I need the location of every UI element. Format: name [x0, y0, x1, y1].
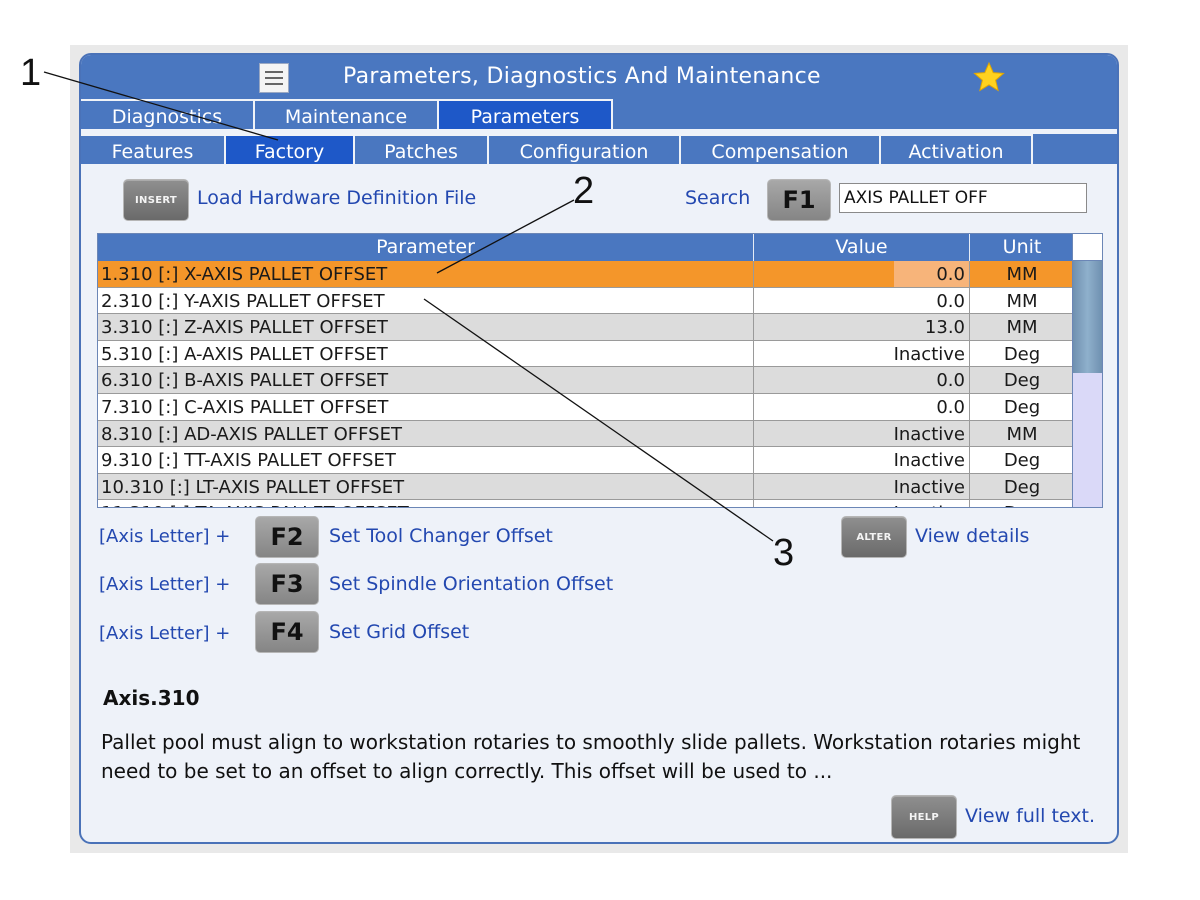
unit-cell: Deg [970, 500, 1074, 507]
shortcut-prefix: [Axis Letter] + [99, 526, 231, 547]
title-bar: Parameters, Diagnostics And Maintenance [81, 55, 1117, 100]
value-cell: Inactive [754, 340, 970, 367]
tab-diagnostics[interactable]: Diagnostics [81, 99, 255, 129]
table-scrollbar[interactable] [1072, 234, 1102, 507]
callout-number-2: 2 [573, 170, 595, 212]
f1-key-button[interactable]: F1 [767, 179, 831, 221]
scrollbar-header-cell [1073, 234, 1102, 261]
main-tab-bar: Diagnostics Maintenance Parameters [81, 99, 1117, 129]
search-input[interactable]: AXIS PALLET OFF [839, 183, 1087, 213]
callout-number-1: 1 [20, 52, 42, 94]
unit-cell: Deg [1003, 343, 1041, 365]
parameter-cell: 3.310 [:] Z-AXIS PALLET OFFSET [98, 314, 754, 340]
table-row[interactable]: 8.310 [:] AD-AXIS PALLET OFFSET Inactive M… [98, 420, 1074, 448]
value-cell: 0.0 [754, 367, 970, 393]
search-label: Search [685, 187, 751, 209]
set-spindle-orientation-offset-link[interactable]: Set Spindle Orientation Offset [329, 573, 613, 595]
tab-compensation[interactable]: Compensation [681, 134, 881, 164]
parameter-cell: 7.310 [:] C-AXIS PALLET OFFSET [98, 393, 754, 420]
tab-activation[interactable]: Activation [881, 134, 1033, 164]
parameter-cell: 8.310 [:] AD-AXIS PALLET OFFSET [98, 420, 754, 447]
alter-key-button[interactable]: ALTER [841, 516, 907, 558]
value-cell: Inactive [754, 500, 970, 507]
load-hardware-definition-link[interactable]: Load Hardware Definition File [197, 187, 476, 209]
tab-patches[interactable]: Patches [355, 134, 489, 164]
f4-key-button[interactable]: F4 [255, 611, 319, 653]
table-row[interactable]: 1.310 [:] X-AXIS PALLET OFFSET 0.0 MM [98, 261, 1074, 288]
column-header-value[interactable]: Value [754, 234, 970, 261]
table-body: 1.310 [:] X-AXIS PALLET OFFSET 0.0 MM 2.310… [98, 261, 1074, 507]
unit-cell: MM [1006, 290, 1038, 312]
table-row[interactable]: 7.310 [:] C-AXIS PALLET OFFSET 0.0 Deg [98, 393, 1074, 421]
value-cell: 0.0 [754, 261, 970, 287]
table-row[interactable]: 9.310 [:] TT-AXIS PALLET OFFSET Inactive D… [98, 447, 1074, 474]
value-cell: Inactive [754, 473, 970, 500]
value-cell: 0.0 [754, 287, 970, 314]
app-window: Parameters, Diagnostics And Maintenance … [79, 53, 1119, 844]
value-cell: Inactive [754, 447, 970, 473]
description-text: Pallet pool must align to workstation ro… [101, 730, 1081, 783]
sub-tab-bar: Features Factory Patches Configuration C… [81, 134, 1117, 164]
f3-key-button[interactable]: F3 [255, 563, 319, 605]
unit-cell: MM [1006, 264, 1038, 285]
table-row[interactable]: 10.310 [:] LT-AXIS PALLET OFFSET Inactive… [98, 473, 1074, 501]
column-header-parameter[interactable]: Parameter [98, 234, 754, 261]
parameter-cell: 10.310 [:] LT-AXIS PALLET OFFSET [98, 473, 754, 500]
value-cell: 0.0 [754, 393, 970, 420]
unit-cell: Deg [1003, 370, 1041, 392]
description-title: Axis.310 [103, 686, 200, 710]
table-header: Parameter Value Unit [98, 234, 1074, 261]
hamburger-menu-icon[interactable] [259, 63, 289, 93]
tab-parameters[interactable]: Parameters [439, 99, 613, 129]
table-row[interactable]: 11.310 [:] TA-AXIS PALLET OFFSETInactive… [98, 500, 1074, 507]
tab-configuration[interactable]: Configuration [489, 134, 681, 164]
column-header-unit[interactable]: Unit [970, 234, 1074, 261]
parameter-table: Parameter Value Unit 1.310 [:] X-AXIS PA… [97, 233, 1103, 508]
unit-cell: MM [1006, 317, 1038, 339]
table-row[interactable]: 3.310 [:] Z-AXIS PALLET OFFSET 13.0 MM [98, 314, 1074, 341]
tab-maintenance[interactable]: Maintenance [255, 99, 439, 129]
value-cell: Inactive [754, 420, 970, 447]
tab-features[interactable]: Features [81, 134, 226, 164]
value-cell: 13.0 [754, 314, 970, 340]
parameter-cell: 2.310 [:] Y-AXIS PALLET OFFSET [98, 287, 754, 314]
table-row[interactable]: 6.310 [:] B-AXIS PALLET OFFSET 0.0 Deg [98, 367, 1074, 394]
scrollbar-thumb[interactable] [1073, 261, 1102, 373]
table-row[interactable]: 5.310 [:] A-AXIS PALLET OFFSET Inactive De… [98, 340, 1074, 368]
shortcut-prefix: [Axis Letter] + [99, 574, 231, 595]
tab-factory[interactable]: Factory [226, 134, 355, 164]
view-details-link[interactable]: View details [915, 525, 1029, 547]
parameter-cell: 9.310 [:] TT-AXIS PALLET OFFSET [98, 447, 754, 473]
help-key-button[interactable]: HELP [891, 795, 957, 839]
set-tool-changer-offset-link[interactable]: Set Tool Changer Offset [329, 525, 553, 547]
callout-number-3: 3 [773, 532, 795, 574]
f2-key-button[interactable]: F2 [255, 516, 319, 558]
parameter-cell: 11.310 [:] TA-AXIS PALLET OFFSET [98, 500, 754, 507]
unit-cell: MM [1006, 423, 1038, 445]
star-icon[interactable] [973, 61, 1005, 93]
unit-cell: Deg [1003, 476, 1041, 498]
parameter-cell: 6.310 [:] B-AXIS PALLET OFFSET [98, 367, 754, 393]
parameter-cell: 5.310 [:] A-AXIS PALLET OFFSET [98, 340, 754, 367]
shortcut-prefix: [Axis Letter] + [99, 623, 231, 644]
insert-key-button[interactable]: INSERT [123, 179, 189, 221]
unit-cell: Deg [1003, 396, 1041, 418]
parameter-cell: 1.310 [:] X-AXIS PALLET OFFSET [98, 261, 754, 287]
set-grid-offset-link[interactable]: Set Grid Offset [329, 621, 469, 643]
page-title: Parameters, Diagnostics And Maintenance [343, 64, 821, 89]
unit-cell: Deg [1003, 450, 1041, 472]
view-full-text-link[interactable]: View full text. [965, 805, 1095, 827]
table-row[interactable]: 2.310 [:] Y-AXIS PALLET OFFSET 0.0 MM [98, 287, 1074, 315]
